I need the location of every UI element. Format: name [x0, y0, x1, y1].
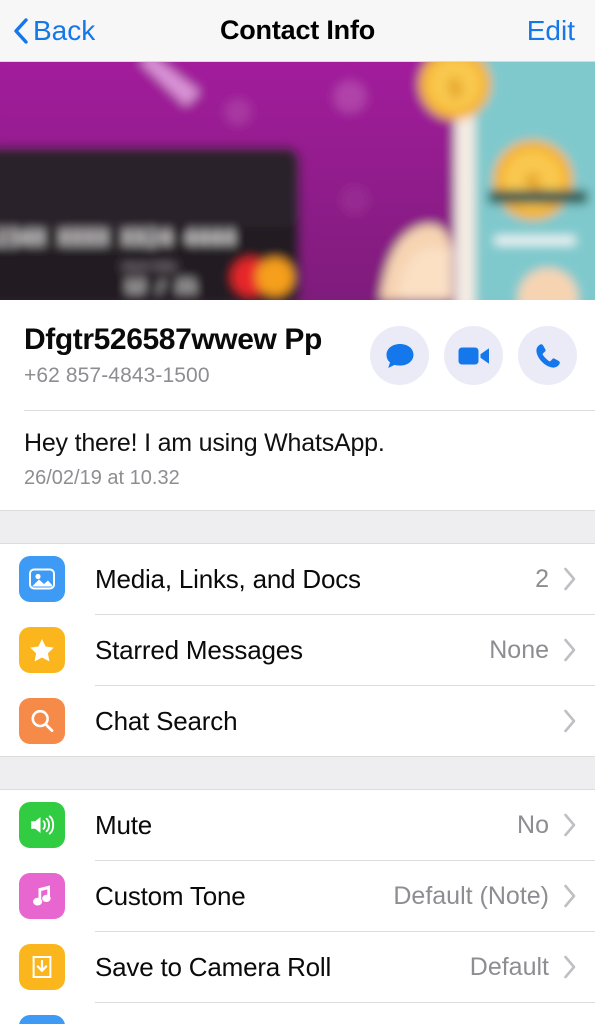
row-label: Save to Camera Roll [95, 951, 332, 982]
cover-photo[interactable]: 234X XXXX XX24 4444 VALID THRU 12 / 21 $… [0, 62, 595, 300]
notifications-group: Mute No Custom Tone Default (Note) Save … [0, 790, 595, 1024]
contact-actions [370, 320, 577, 385]
search-icon [19, 698, 65, 744]
message-button[interactable] [370, 326, 429, 385]
media-links-docs-row[interactable]: Media, Links, and Docs 2 [0, 544, 595, 614]
phone-icon [534, 342, 562, 370]
contact-identity: Dfgtr526587wwew Pp +62 857-4843-1500 [24, 320, 370, 388]
lock-icon [19, 1015, 65, 1024]
chevron-right-icon [563, 709, 577, 733]
chevron-right-icon [563, 638, 577, 662]
row-value: No [517, 810, 549, 839]
contact-header: Dfgtr526587wwew Pp +62 857-4843-1500 [0, 300, 595, 410]
navigation-bar: Back Contact Info Edit [0, 0, 595, 62]
section-separator-2 [0, 756, 595, 790]
cover-photo-image: 234X XXXX XX24 4444 VALID THRU 12 / 21 $… [0, 62, 595, 300]
voice-call-button[interactable] [518, 326, 577, 385]
contact-info-screen: Back Contact Info Edit 234X XXXX XX24 44… [0, 0, 595, 1024]
row-label: Chat Search [95, 705, 238, 736]
save-to-camera-roll-row[interactable]: Save to Camera Roll Default [0, 932, 595, 1002]
row-value: 2 [535, 564, 549, 593]
chevron-right-icon [563, 567, 577, 591]
starred-messages-row[interactable]: Starred Messages None [0, 615, 595, 685]
video-call-button[interactable] [444, 326, 503, 385]
svg-text:$: $ [446, 73, 464, 103]
download-tray-icon [19, 944, 65, 990]
status-date: 26/02/19 at 10.32 [24, 467, 180, 489]
row-value: Default [469, 952, 549, 981]
row-label: Starred Messages [95, 634, 303, 665]
row-label: Mute [95, 809, 153, 840]
page-title: Contact Info [219, 15, 376, 45]
video-camera-icon [458, 345, 490, 367]
svg-text:12 / 21: 12 / 21 [125, 277, 197, 297]
mute-row[interactable]: Mute No [0, 790, 595, 860]
custom-tone-row[interactable]: Custom Tone Default (Note) [0, 861, 595, 931]
contact-name: Dfgtr526587wwew Pp [24, 323, 322, 356]
chevron-right-icon [563, 955, 577, 979]
star-icon [19, 627, 65, 673]
svg-text:VALID THRU: VALID THRU [122, 263, 176, 273]
chat-search-row[interactable]: Chat Search [0, 686, 595, 756]
about-section[interactable]: Hey there! I am using WhatsApp. 26/02/19… [0, 411, 595, 510]
back-button-label: Back [33, 15, 96, 46]
chevron-right-icon [563, 813, 577, 837]
back-button[interactable]: Back [13, 0, 95, 62]
svg-text:234X XXXX XX24 4444: 234X XXXX XX24 4444 [0, 226, 235, 250]
row-value: None [489, 635, 549, 664]
speaker-icon [19, 802, 65, 848]
chevron-right-icon [563, 884, 577, 908]
status-text: Hey there! I am using WhatsApp. [24, 429, 385, 457]
row-value: Default (Note) [393, 881, 549, 910]
music-note-icon [19, 873, 65, 919]
encryption-row[interactable]: Encryption [0, 1003, 595, 1024]
media-group: Media, Links, and Docs 2 Starred Message… [0, 544, 595, 756]
row-label: Custom Tone [95, 880, 246, 911]
photo-icon [19, 556, 65, 602]
edit-button[interactable]: Edit [527, 0, 575, 62]
chevron-left-icon [13, 18, 28, 44]
row-label: Media, Links, and Docs [95, 563, 361, 594]
contact-phone: +62 857-4843-1500 [24, 363, 210, 387]
section-separator-1 [0, 510, 595, 544]
chat-bubble-icon [385, 342, 415, 370]
